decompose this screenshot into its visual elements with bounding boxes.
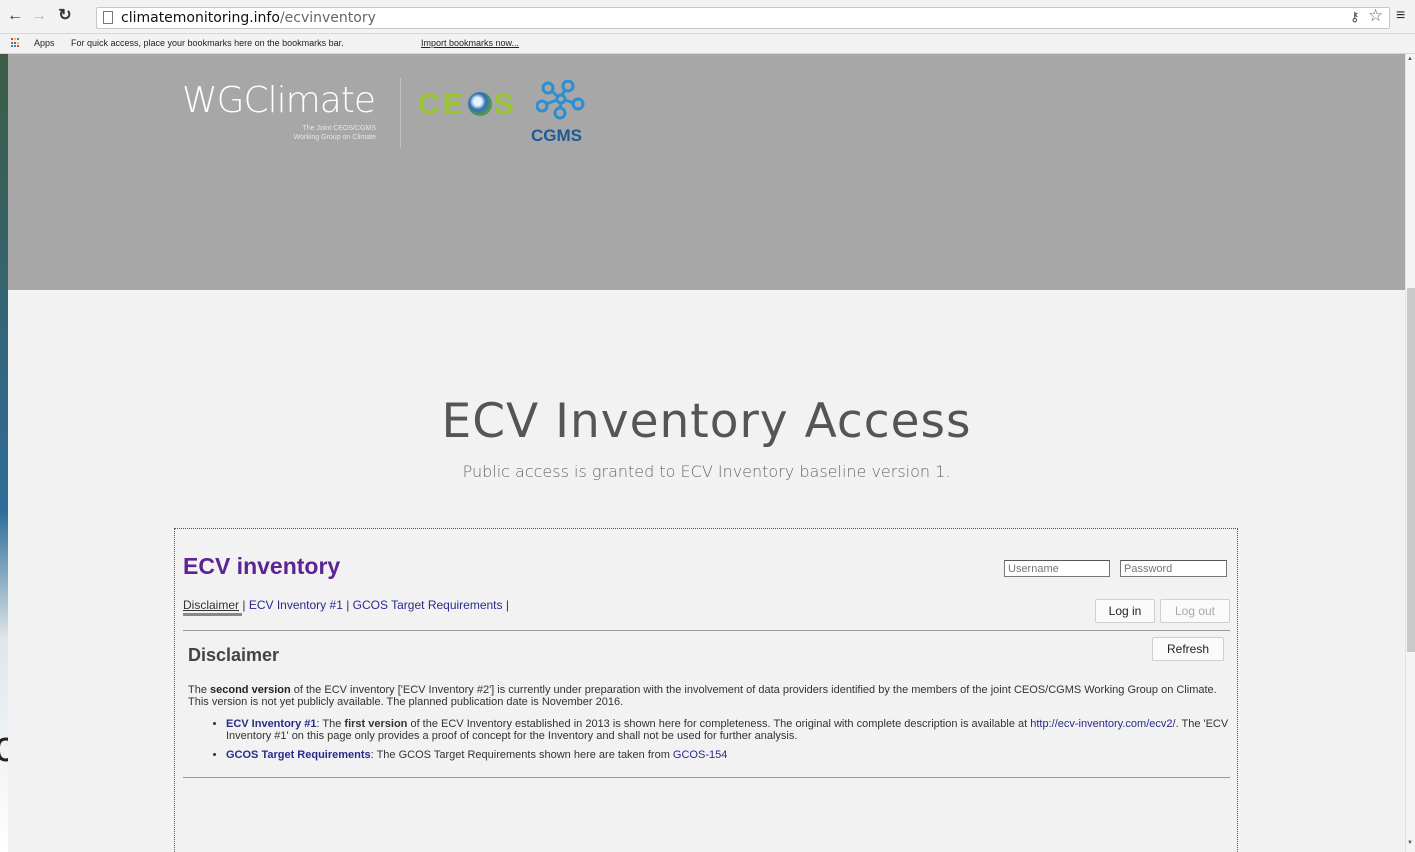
star-icon[interactable]: ☆: [1368, 6, 1383, 26]
url-path: /ecvinventory: [279, 10, 376, 26]
scroll-down-icon[interactable]: ▼: [1407, 840, 1413, 846]
emphasis: second version: [210, 684, 291, 696]
divider: [183, 777, 1230, 778]
text: of the ECV inventory ['ECV Inventory #2'…: [188, 684, 1217, 708]
disclaimer-paragraph: The second version of the ECV inventory …: [188, 684, 1228, 708]
address-bar[interactable]: climatemonitoring.info/ecvinventory: [96, 7, 1390, 29]
apps-grid-icon[interactable]: [11, 38, 21, 48]
app-tabs: Disclaimer | ECV Inventory #1 | GCOS Tar…: [183, 598, 509, 612]
tab-gcos-target-requirements[interactable]: GCOS Target Requirements: [353, 598, 503, 612]
key-icon[interactable]: ⚷: [1350, 9, 1360, 25]
page-title: ECV Inventory Access: [441, 394, 972, 449]
gcos-target-requirements-link[interactable]: GCOS Target Requirements: [226, 749, 371, 761]
logout-button[interactable]: Log out: [1160, 599, 1230, 623]
tab-separator: |: [502, 598, 509, 612]
logo-divider: [400, 78, 401, 148]
cgms-network-icon: [536, 80, 585, 120]
list-item: ECV Inventory #1: The first version of t…: [226, 718, 1236, 742]
wgclimate-subtitle-line1: The Joint CEOS/CGMS: [302, 125, 376, 132]
login-button[interactable]: Log in: [1095, 599, 1155, 623]
refresh-button[interactable]: Refresh: [1152, 637, 1224, 661]
wgclimate-logo[interactable]: WGClimate: [182, 80, 376, 121]
bookmarks-hint: For quick access, place your bookmarks h…: [71, 38, 344, 48]
page-icon: [103, 11, 113, 24]
gcos-154-link[interactable]: GCOS-154: [673, 749, 727, 761]
page-subtitle: Public access is granted to ECV Inventor…: [462, 462, 951, 481]
tab-ecv-inventory-1[interactable]: ECV Inventory #1: [249, 598, 343, 612]
password-input[interactable]: [1120, 560, 1227, 577]
tab-separator: |: [239, 598, 249, 612]
bookmarks-bar: Apps For quick access, place your bookma…: [0, 34, 1415, 54]
ceos-logo[interactable]: CE S: [418, 88, 517, 122]
page-viewport: WGClimate The Joint CEOS/CGMS Working Gr…: [8, 54, 1405, 852]
site-header: WGClimate The Joint CEOS/CGMS Working Gr…: [8, 54, 1405, 290]
app-title: ECV inventory: [183, 553, 341, 579]
active-tab-indicator: [183, 613, 242, 616]
text: : The GCOS Target Requirements shown her…: [370, 749, 673, 761]
emphasis: first version: [344, 718, 408, 730]
url-host: climatemonitoring.info: [121, 10, 280, 26]
import-bookmarks-link[interactable]: Import bookmarks now...: [421, 38, 519, 48]
ecv-inventory-1-link[interactable]: ECV Inventory #1: [226, 718, 316, 730]
text: of the ECV Inventory established in 2013…: [407, 718, 1031, 730]
cgms-logo-text[interactable]: CGMS: [531, 126, 582, 146]
reload-icon[interactable]: ↻: [56, 7, 74, 25]
username-input[interactable]: [1004, 560, 1110, 577]
wgclimate-subtitle-line2: Working Group on Climate: [293, 134, 376, 141]
bookmark-apps[interactable]: Apps: [34, 38, 55, 48]
globe-icon: [467, 92, 492, 116]
list-item: GCOS Target Requirements: The GCOS Targe…: [226, 749, 1236, 761]
back-arrow-icon[interactable]: ←: [6, 7, 24, 25]
tab-disclaimer[interactable]: Disclaimer: [183, 598, 239, 612]
menu-icon[interactable]: ≡: [1396, 7, 1405, 25]
text: The: [188, 684, 211, 696]
tab-separator: |: [342, 598, 353, 612]
browser-toolbar: ← → ↻ climatemonitoring.info/ecvinventor…: [0, 0, 1415, 34]
section-title: Disclaimer: [188, 645, 280, 665]
disclaimer-list: ECV Inventory #1: The first version of t…: [208, 718, 1236, 768]
scrollbar-thumb[interactable]: [1407, 288, 1415, 652]
forward-arrow-icon[interactable]: →: [30, 7, 48, 25]
divider: [183, 630, 1230, 631]
ecv-inventory-app: ECV inventory Disclaimer | ECV Inventory…: [174, 528, 1238, 852]
vertical-scrollbar[interactable]: ▲ ▼: [1405, 54, 1415, 852]
url-text: climatemonitoring.info/ecvinventory: [121, 10, 376, 26]
scroll-up-icon[interactable]: ▲: [1407, 56, 1413, 62]
text: : The: [316, 718, 345, 730]
ecv-inventory-url-link[interactable]: http://ecv-inventory.com/ecv2/: [1030, 718, 1175, 730]
